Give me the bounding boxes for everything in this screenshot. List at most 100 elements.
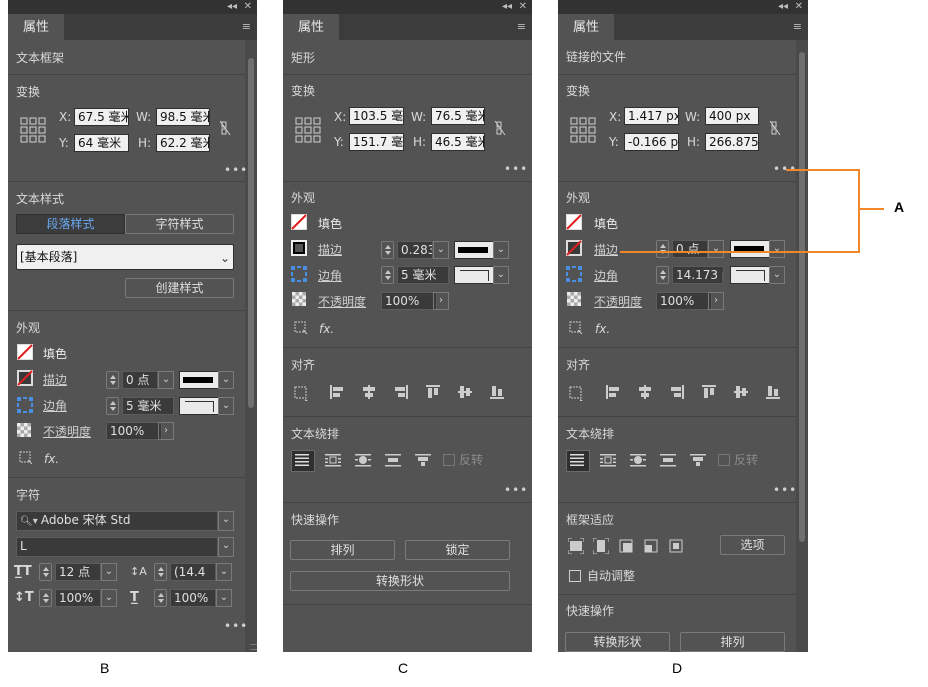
h-field[interactable]: 266.875 <box>705 133 759 151</box>
effects-icon[interactable]: fx. <box>44 452 59 466</box>
scrollbar-thumb[interactable] <box>799 52 805 542</box>
fill-none-icon[interactable] <box>17 344 33 360</box>
constrain-proportions-icon[interactable] <box>494 120 506 136</box>
x-field[interactable]: 103.5 毫 <box>349 107 404 125</box>
h-field[interactable]: 46.5 毫米 <box>431 133 485 151</box>
stroke-stepper[interactable] <box>381 241 394 259</box>
wrap-object-shape-icon[interactable] <box>629 452 647 468</box>
resize-grip[interactable] <box>250 644 257 650</box>
scrollbar[interactable] <box>245 40 257 652</box>
corner-stepper[interactable] <box>381 266 394 284</box>
center-content-icon[interactable] <box>668 538 684 554</box>
close-icon[interactable]: ✕ <box>519 0 527 14</box>
invert-checkbox[interactable] <box>718 454 730 466</box>
stroke-none-icon[interactable] <box>566 240 582 256</box>
w-field[interactable]: 400 px <box>705 107 759 125</box>
more-options-icon[interactable]: ••• <box>504 484 528 496</box>
align-right-icon[interactable] <box>393 384 409 400</box>
collapse-icon[interactable]: ◂◂ <box>227 0 237 14</box>
font-size-field[interactable]: 12 点 <box>55 563 101 581</box>
stroke-label[interactable]: 描边 <box>43 373 67 387</box>
character-style-tab[interactable]: 字符样式 <box>125 214 234 234</box>
align-vertical-center-icon[interactable] <box>733 384 749 400</box>
vertical-scale-field[interactable]: 100% <box>55 589 101 607</box>
stroke-weight-field[interactable]: 0 点 <box>122 371 158 389</box>
fill-none-icon[interactable] <box>566 214 582 230</box>
align-left-icon[interactable] <box>605 384 621 400</box>
stroke-weight-field[interactable]: 0 点 <box>672 240 708 258</box>
corner-shape-swatch[interactable] <box>454 266 494 284</box>
stroke-weight-dropdown[interactable]: ⌄ <box>158 371 174 389</box>
collapse-icon[interactable]: ◂◂ <box>778 0 788 14</box>
font-style-chevron-icon[interactable]: ⌄ <box>218 537 234 557</box>
wrap-bounding-box-icon[interactable] <box>324 452 342 468</box>
opacity-label[interactable]: 不透明度 <box>318 295 366 309</box>
stroke-type-dropdown[interactable]: ⌄ <box>769 240 785 258</box>
constrain-proportions-icon[interactable] <box>219 120 231 136</box>
leading-field[interactable]: (14.4 <box>170 563 216 581</box>
arrange-button[interactable]: 排列 <box>680 632 785 652</box>
align-to-selection-icon[interactable] <box>294 386 310 402</box>
corner-options-icon[interactable] <box>566 266 582 282</box>
corner-stepper[interactable] <box>656 266 669 284</box>
vertical-scale-dropdown[interactable]: ⌄ <box>101 589 117 607</box>
more-options-icon[interactable]: ••• <box>773 484 797 496</box>
panel-menu-icon[interactable]: ≡ <box>242 20 251 33</box>
opacity-field[interactable]: 100% <box>656 292 712 310</box>
w-field[interactable]: 76.5 毫米 <box>431 107 485 125</box>
wrap-jump-object-icon[interactable] <box>659 452 677 468</box>
stroke-label[interactable]: 描边 <box>318 243 342 257</box>
w-field[interactable]: 98.5 毫米 <box>156 108 210 126</box>
y-field[interactable]: 151.7 毫 <box>349 133 404 151</box>
stroke-weight-field[interactable]: 0.283 <box>397 241 433 259</box>
stroke-weight-dropdown[interactable]: ⌄ <box>708 240 724 258</box>
opacity-field[interactable]: 100% <box>381 292 437 310</box>
align-bottom-icon[interactable] <box>489 384 505 400</box>
stroke-label[interactable]: 描边 <box>594 243 618 257</box>
font-family-dropdown[interactable]: 🔍︎▾ Adobe 宋体 Std <box>16 511 218 531</box>
corner-options-icon[interactable] <box>17 397 33 413</box>
y-field[interactable]: -0.166 p <box>624 133 679 151</box>
stroke-none-icon[interactable] <box>17 370 33 386</box>
selection-frame-icon[interactable] <box>19 451 33 465</box>
leading-dropdown[interactable]: ⌄ <box>216 563 232 581</box>
corner-size-field[interactable]: 5 毫米 <box>122 397 174 415</box>
tab-properties[interactable]: 属性 <box>8 14 64 40</box>
panel-menu-icon[interactable]: ≡ <box>517 20 526 33</box>
corner-size-field[interactable]: 5 毫米 <box>397 266 449 284</box>
stroke-stepper[interactable] <box>656 240 669 258</box>
x-field[interactable]: 67.5 毫米 <box>74 108 129 126</box>
panel-menu-icon[interactable]: ≡ <box>793 20 802 33</box>
fill-none-icon[interactable] <box>291 214 307 230</box>
style-dropdown[interactable]: [基本段落] <box>16 244 234 270</box>
wrap-none-icon[interactable] <box>566 450 590 472</box>
h-field[interactable]: 62.2 毫米 <box>156 134 210 152</box>
align-right-icon[interactable] <box>669 384 685 400</box>
wrap-jump-object-icon[interactable] <box>384 452 402 468</box>
corner-label[interactable]: 边角 <box>318 269 342 283</box>
auto-fit-checkbox[interactable] <box>569 570 581 582</box>
font-size-stepper[interactable] <box>39 563 52 581</box>
wrap-next-column-icon[interactable] <box>414 452 432 468</box>
convert-shape-button[interactable]: 转换形状 <box>290 571 510 591</box>
align-vertical-center-icon[interactable] <box>457 384 473 400</box>
align-bottom-icon[interactable] <box>765 384 781 400</box>
stroke-type-swatch[interactable] <box>454 241 494 259</box>
corner-size-field[interactable]: 14.173 p <box>672 266 724 284</box>
stroke-type-dropdown[interactable]: ⌄ <box>218 371 234 389</box>
close-icon[interactable]: ✕ <box>244 0 252 14</box>
corner-label[interactable]: 边角 <box>43 399 67 413</box>
wrap-next-column-icon[interactable] <box>689 452 707 468</box>
character-more-options-icon[interactable]: ••• <box>224 620 248 632</box>
wrap-none-icon[interactable] <box>291 450 315 472</box>
corner-shape-swatch[interactable] <box>179 397 219 415</box>
options-button[interactable]: 选项 <box>720 535 785 555</box>
opacity-label[interactable]: 不透明度 <box>43 425 91 439</box>
stroke-weight-dropdown[interactable]: ⌄ <box>433 241 449 259</box>
opacity-slider-button[interactable]: › <box>158 422 174 440</box>
corner-label[interactable]: 边角 <box>594 269 618 283</box>
reference-point-icon[interactable] <box>295 117 321 143</box>
stroke-color-icon[interactable] <box>291 240 307 256</box>
wrap-bounding-box-icon[interactable] <box>599 452 617 468</box>
reference-point-icon[interactable] <box>20 117 46 143</box>
